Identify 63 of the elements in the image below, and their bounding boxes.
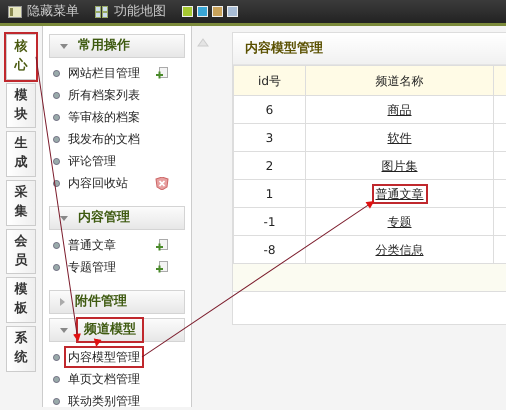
skin-swatch[interactable] xyxy=(227,6,238,17)
add-icon[interactable] xyxy=(155,260,169,274)
menu-link[interactable]: 联动类别管理 xyxy=(66,392,142,410)
menu-link[interactable]: 内容模型管理 xyxy=(66,348,142,366)
caret-down-icon[interactable] xyxy=(60,216,68,220)
menu-link[interactable]: 我发布的文档 xyxy=(66,130,142,148)
caret-down-icon[interactable] xyxy=(60,44,68,48)
channel-link[interactable]: 专题 xyxy=(386,214,414,230)
toolbar-link[interactable]: 功能地图 xyxy=(95,2,166,22)
skin-swatch[interactable] xyxy=(182,6,193,17)
caret-down-icon[interactable] xyxy=(60,328,68,332)
bullet-icon xyxy=(53,242,60,248)
caret-right-icon[interactable] xyxy=(60,298,65,306)
channel-link[interactable]: 普通文章 xyxy=(374,186,426,202)
bullet-icon xyxy=(53,376,60,382)
annotation-arrow xyxy=(94,338,102,347)
skin-swatch[interactable] xyxy=(197,6,208,17)
section-header[interactable]: 常用操作 xyxy=(49,34,185,58)
grid-icon[interactable] xyxy=(95,6,109,18)
channel-link[interactable]: 商品 xyxy=(386,102,414,118)
channel-link[interactable]: 软件 xyxy=(386,130,414,146)
menu-link[interactable]: 评论管理 xyxy=(66,152,118,170)
menu-link[interactable]: 普通文章 xyxy=(66,236,118,254)
side-tab[interactable]: 会员 xyxy=(6,228,36,274)
skin-swatch[interactable] xyxy=(212,6,223,17)
bullet-icon xyxy=(53,354,60,360)
bullet-icon xyxy=(53,70,60,76)
bullet-icon xyxy=(53,114,60,120)
section-header[interactable]: 附件管理 xyxy=(49,290,185,314)
section-header[interactable]: 频道模型 xyxy=(49,318,185,342)
shield-x-icon[interactable] xyxy=(155,176,169,190)
toolbar-link[interactable]: 隐藏菜单 xyxy=(8,2,79,22)
column-header: 频道名称 xyxy=(306,66,494,96)
panel-title: 内容模型管理 xyxy=(245,40,323,58)
channel-link[interactable]: 分类信息 xyxy=(374,242,426,258)
panel-icon[interactable] xyxy=(8,6,22,18)
bullet-icon xyxy=(53,136,60,142)
bullet-icon xyxy=(53,158,60,164)
side-tab[interactable]: 模板 xyxy=(6,277,36,324)
side-tab[interactable]: 系统 xyxy=(6,326,36,372)
menu-link[interactable]: 内容回收站 xyxy=(66,174,130,192)
menu-link[interactable]: 等审核的档案 xyxy=(66,108,142,126)
bullet-icon xyxy=(53,92,60,98)
menu-link[interactable]: 所有档案列表 xyxy=(66,86,142,104)
side-tab[interactable]: 生成 xyxy=(6,131,36,178)
table-cell: 6 xyxy=(234,96,306,124)
menu-link[interactable]: 专题管理 xyxy=(66,258,118,276)
table-cell: 3 xyxy=(234,124,306,152)
menu-link[interactable]: 网站栏目管理 xyxy=(66,64,142,82)
channel-link[interactable]: 图片集 xyxy=(380,158,420,174)
bullet-icon xyxy=(53,398,60,404)
table-cell: 1 xyxy=(234,180,306,208)
add-icon[interactable] xyxy=(155,66,169,80)
section-header[interactable]: 内容管理 xyxy=(49,206,185,230)
side-tab[interactable]: 模块 xyxy=(6,82,36,128)
column-header: id号 xyxy=(234,66,306,96)
table-cell: 2 xyxy=(234,152,306,180)
menu-link[interactable]: 单页文档管理 xyxy=(66,370,142,388)
side-tab[interactable]: 采集 xyxy=(6,180,36,226)
side-tab[interactable]: 核心 xyxy=(6,34,36,80)
add-icon[interactable] xyxy=(155,238,169,252)
bullet-icon xyxy=(53,264,60,270)
table-cell: -1 xyxy=(234,208,306,236)
